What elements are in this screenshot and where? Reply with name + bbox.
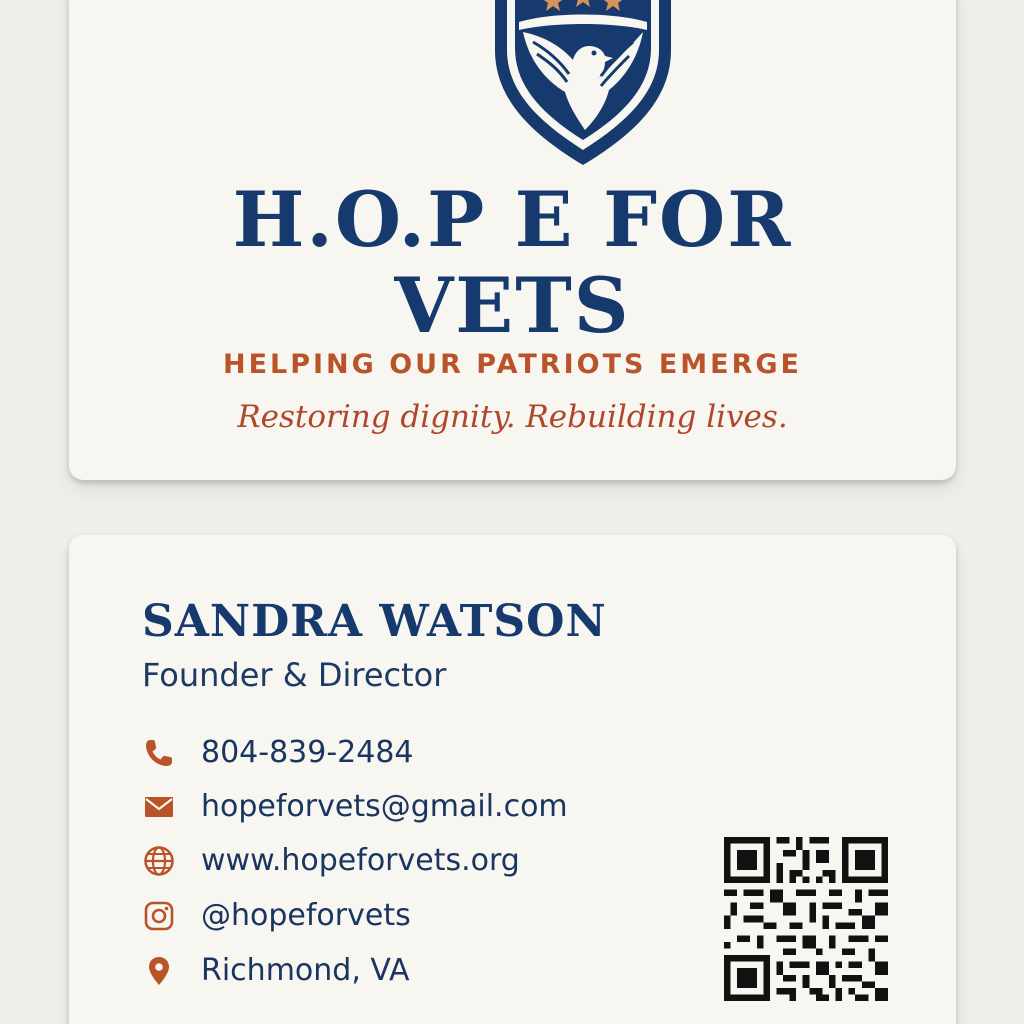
location-pin-icon: [142, 954, 176, 988]
location: Richmond, VA: [201, 953, 410, 988]
contact-instagram[interactable]: @hopeforvets: [142, 896, 411, 936]
tagline: HELPING OUR PATRIOTS EMERGE: [222, 349, 803, 380]
person-title: Founder & Director: [142, 656, 447, 694]
organization-name-line-1: H.O.P E FOR: [232, 175, 793, 264]
phone-number: 804-839-2484: [201, 735, 414, 770]
instagram-handle: @hopeforvets: [201, 898, 411, 933]
email-address: hopeforvets@gmail.com: [201, 789, 568, 824]
organization-name-line-2: VETS: [394, 261, 631, 350]
contact-email[interactable]: hopeforvets@gmail.com: [142, 787, 568, 827]
contact-phone[interactable]: 804-839-2484: [142, 733, 414, 773]
website-url: www.hopeforvets.org: [201, 843, 520, 878]
phone-icon: [142, 736, 176, 770]
globe-icon: [142, 844, 176, 878]
qr-code-icon[interactable]: [724, 837, 888, 1001]
business-card-front: H.O.P E FOR VETS HELPING OUR PATRIOTS EM…: [69, 0, 956, 480]
email-icon: [142, 790, 176, 824]
motto: Restoring dignity. Rebuilding lives.: [237, 399, 788, 435]
contact-location[interactable]: Richmond, VA: [142, 951, 410, 991]
contact-website[interactable]: www.hopeforvets.org: [142, 841, 520, 881]
eagle-shield-icon: [493, 0, 673, 165]
instagram-icon: [142, 899, 176, 933]
person-name: SANDRA WATSON: [142, 596, 607, 647]
business-card-back: SANDRA WATSON Founder & Director 804-839…: [69, 535, 956, 1024]
